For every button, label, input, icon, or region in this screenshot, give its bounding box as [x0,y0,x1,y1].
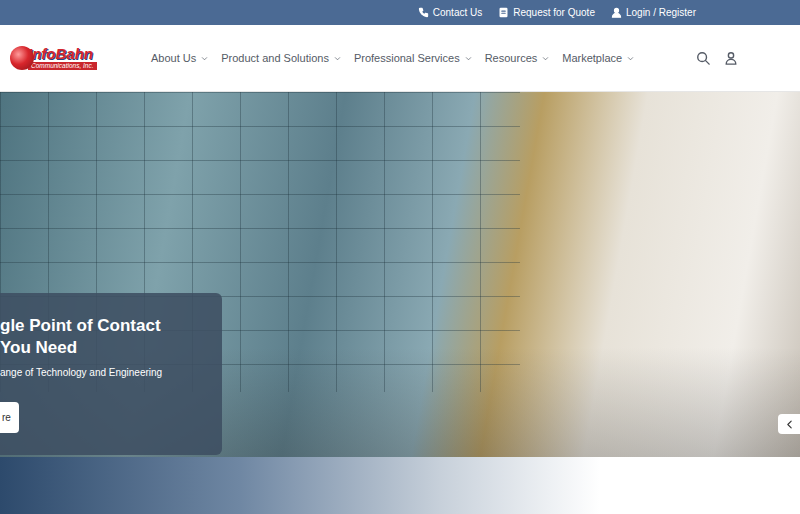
nav-item[interactable]: Marketplace [562,50,634,67]
top-link-label[interactable]: Login / Register [626,5,696,20]
nav-item[interactable]: Resources [485,50,550,67]
chevron-down-icon [627,55,634,62]
logo-tagline[interactable]: Communications, Inc. [28,62,97,71]
chevron-left-icon [785,420,794,429]
nav-label[interactable]: Product and Solutions [221,50,329,67]
nav-label[interactable]: Resources [485,50,538,67]
learn-more-button[interactable]: re [0,402,19,433]
hero-subtitle: ange of Technology and Engineering [0,365,212,380]
nav-item[interactable]: Product and Solutions [221,50,341,67]
top-link[interactable]: Contact Us [418,5,482,20]
logo-ball-icon [10,46,34,70]
chevron-down-icon [542,55,549,62]
nav-label[interactable]: About Us [151,50,196,67]
top-link[interactable]: Request for Quote [498,5,595,20]
header-tools [696,51,738,65]
top-link[interactable]: Login / Register [611,5,696,20]
hero-caption: gle Point of ContactYou Need ange of Tech… [0,293,222,455]
hero-title: You Need [0,337,212,359]
top-bar: Contact Us Request for Quote Login / Regis… [0,0,800,25]
quote-icon [498,7,509,18]
section-strip [0,457,800,514]
hero-title: gle Point of Contact [0,315,212,337]
nav-label[interactable]: Marketplace [562,50,622,67]
nav-item[interactable]: Professional Services [354,50,472,67]
search-button[interactable] [696,51,710,65]
logo-text[interactable]: InfoBahnCommunications, Inc. [28,46,97,71]
person-icon [611,7,622,18]
chevron-down-icon [465,55,472,62]
phone-icon [418,7,429,18]
top-link-label[interactable]: Contact Us [433,5,482,20]
header: InfoBahnCommunications, Inc. About Us Prod… [0,25,800,92]
top-link-label[interactable]: Request for Quote [513,5,595,20]
hero-banner: gle Point of ContactYou Need ange of Tech… [0,92,800,457]
main-nav: About Us Product and Solutions Professiona… [151,50,696,67]
chevron-down-icon [334,55,341,62]
logo-name[interactable]: InfoBahn [28,46,97,61]
previous-slide-button[interactable] [778,414,800,434]
chevron-down-icon [201,55,208,62]
nav-label[interactable]: Professional Services [354,50,460,67]
user-icon [724,51,738,65]
search-icon [696,51,710,65]
logo[interactable]: InfoBahnCommunications, Inc. [10,46,110,71]
nav-item[interactable]: About Us [151,50,208,67]
account-button[interactable] [724,51,738,65]
